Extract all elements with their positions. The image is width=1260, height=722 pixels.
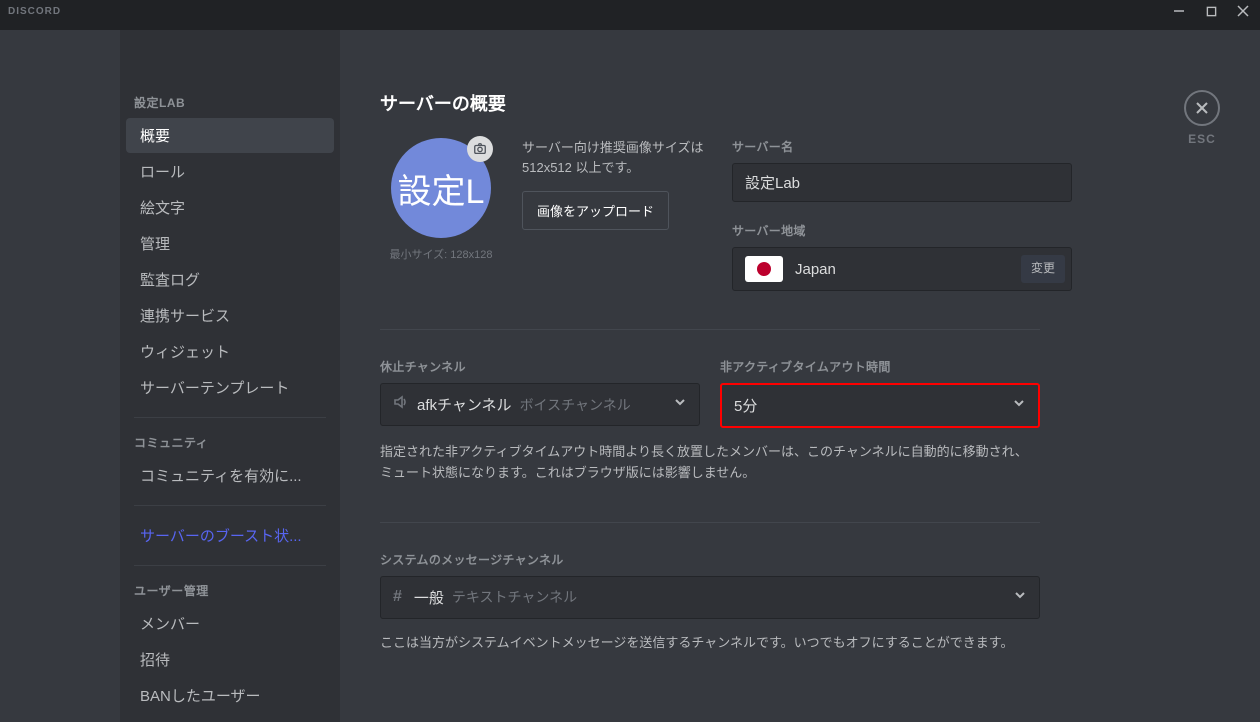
upload-image-button[interactable]: 画像をアップロード (522, 191, 669, 230)
timeout-value: 5分 (734, 395, 757, 416)
close-icon (1184, 90, 1220, 126)
settings-sidebar: 設定LAB 概要 ロール 絵文字 管理 監査ログ 連携サービス ウィジェット サ… (120, 30, 340, 722)
system-channel-description: ここは当方がシステムイベントメッセージを送信するチャンネルです。いつでもオフにす… (380, 633, 1040, 654)
afk-description: 指定された非アクティブタイムアウト時間より長く放置したメンバーは、このチャンネル… (380, 442, 1040, 484)
close-button[interactable] (1230, 0, 1256, 22)
japan-flag-icon (745, 256, 783, 282)
system-channel-hint: テキストチャンネル (452, 587, 577, 607)
titlebar: DISCORD (0, 0, 1260, 22)
chevron-down-icon (1013, 588, 1027, 607)
app: 設定LAB 概要 ロール 絵文字 管理 監査ログ 連携サービス ウィジェット サ… (0, 30, 1260, 722)
size-hint: サーバー向け推奨画像サイズは512x512 以上です。 (522, 138, 712, 177)
sidebar-item-boost[interactable]: サーバーのブースト状... (126, 518, 334, 553)
fields-column: サーバー名 サーバー地域 Japan 変更 (732, 138, 1072, 291)
system-channel-select[interactable]: # 一般 テキストチャンネル (380, 576, 1040, 619)
sidebar-item-bans[interactable]: BANしたユーザー (126, 678, 334, 713)
sidebar-item-roles[interactable]: ロール (126, 154, 334, 189)
left-gutter (0, 30, 120, 722)
afk-channel-value: afkチャンネル (417, 394, 512, 415)
sidebar-divider (134, 565, 326, 566)
server-name-input[interactable] (732, 163, 1072, 202)
window-controls (1166, 0, 1256, 22)
avatar-column: 設定L 最小サイズ: 128x128 (380, 138, 502, 291)
sidebar-item-invites[interactable]: 招待 (126, 642, 334, 677)
afk-row: 休止チャンネル afkチャンネル ボイスチャンネル 非アクティブタイムアウト時間… (380, 358, 1040, 428)
system-channel-value: 一般 (414, 587, 444, 608)
minimize-button[interactable] (1166, 0, 1192, 22)
section-divider (380, 329, 1040, 330)
afk-channel-hint: ボイスチャンネル (520, 395, 631, 415)
chevron-down-icon (1012, 396, 1026, 415)
avatar-initials: 設定L (398, 164, 485, 213)
sidebar-item-emoji[interactable]: 絵文字 (126, 190, 334, 225)
sidebar-item-moderation[interactable]: 管理 (126, 226, 334, 261)
sidebar-item-overview[interactable]: 概要 (126, 118, 334, 153)
section-divider (380, 522, 1040, 523)
timeout-select[interactable]: 5分 (720, 383, 1040, 428)
timeout-label: 非アクティブタイムアウト時間 (720, 358, 1040, 375)
upload-icon (467, 136, 493, 162)
sidebar-header-server: 設定LAB (120, 90, 340, 117)
upload-column: サーバー向け推奨画像サイズは512x512 以上です。 画像をアップロード (522, 138, 712, 291)
sidebar-header-users: ユーザー管理 (120, 578, 340, 605)
timeout-col: 非アクティブタイムアウト時間 5分 (720, 358, 1040, 428)
afk-channel-col: 休止チャンネル afkチャンネル ボイスチャンネル (380, 358, 700, 428)
afk-channel-select[interactable]: afkチャンネル ボイスチャンネル (380, 383, 700, 426)
server-region-select[interactable]: Japan 変更 (732, 247, 1072, 291)
sidebar-item-community[interactable]: コミュニティを有効に... (126, 458, 334, 493)
server-avatar[interactable]: 設定L (391, 138, 491, 238)
sidebar-item-template[interactable]: サーバーテンプレート (126, 370, 334, 405)
overview-row: 設定L 最小サイズ: 128x128 サーバー向け推奨画像サイズは512x512… (380, 138, 1220, 291)
region-value: Japan (795, 261, 1015, 278)
chrome-strip (0, 22, 1260, 30)
content: ESC サーバーの概要 設定L 最小サイズ: 128x128 サーバー向け推奨画… (340, 30, 1260, 722)
change-region-button[interactable]: 変更 (1021, 255, 1065, 283)
sidebar-item-members[interactable]: メンバー (126, 606, 334, 641)
sidebar-divider (134, 417, 326, 418)
min-size-label: 最小サイズ: 128x128 (380, 246, 502, 262)
app-brand: DISCORD (8, 6, 61, 17)
close-settings-button[interactable]: ESC (1184, 90, 1220, 146)
system-channel-label: システムのメッセージチャンネル (380, 551, 1220, 568)
sidebar-item-widget[interactable]: ウィジェット (126, 334, 334, 369)
page-title: サーバーの概要 (380, 90, 1220, 116)
esc-label: ESC (1184, 132, 1220, 146)
hash-icon: # (393, 588, 402, 606)
sidebar-item-integrations[interactable]: 連携サービス (126, 298, 334, 333)
chevron-down-icon (673, 395, 687, 414)
sidebar-item-audit[interactable]: 監査ログ (126, 262, 334, 297)
maximize-button[interactable] (1198, 0, 1224, 22)
afk-channel-label: 休止チャンネル (380, 358, 700, 375)
sidebar-header-community: コミュニティ (120, 430, 340, 457)
server-name-label: サーバー名 (732, 138, 1072, 155)
sidebar-divider (134, 505, 326, 506)
server-region-label: サーバー地域 (732, 222, 1072, 239)
speaker-icon (393, 394, 409, 415)
